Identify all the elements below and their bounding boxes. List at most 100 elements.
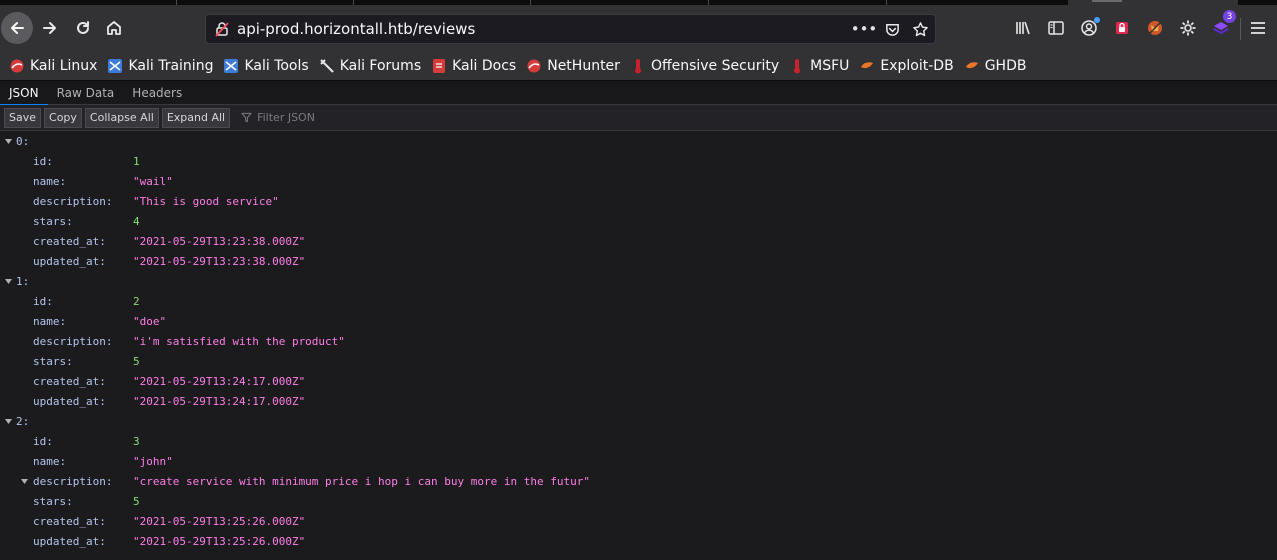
- expand-toggle-icon[interactable]: [4, 277, 13, 286]
- expand-toggle-icon[interactable]: [4, 137, 13, 146]
- save-button[interactable]: Save: [4, 107, 42, 128]
- forward-button[interactable]: [34, 12, 66, 44]
- collapse-all-button[interactable]: Collapse All: [84, 107, 159, 128]
- hamburger-menu-icon[interactable]: [1249, 19, 1267, 37]
- json-object-row[interactable]: 0:: [0, 131, 1277, 151]
- json-field-row[interactable]: updated_at: "2021-05-29T13:23:38.000Z": [0, 251, 1277, 271]
- bookmark-kali-linux[interactable]: Kali Linux: [9, 58, 97, 74]
- json-field-row[interactable]: description: "i'm satisfied with the prod…: [0, 331, 1277, 351]
- exploitdb-icon: [859, 58, 875, 74]
- json-field-row[interactable]: id: 2: [0, 291, 1277, 311]
- json-string-value: "2021-05-29T13:24:17.000Z": [133, 374, 306, 388]
- json-number-value: 2: [133, 294, 140, 308]
- bookmark-kali-docs[interactable]: Kali Docs: [431, 58, 516, 74]
- library-icon: [1016, 21, 1030, 35]
- json-field-row[interactable]: stars: 4: [0, 211, 1277, 231]
- extension-settings-button[interactable]: [1177, 17, 1199, 39]
- json-key: description:: [33, 474, 113, 488]
- bookmark-kali-forums[interactable]: Kali Forums: [319, 58, 421, 74]
- json-field-row[interactable]: updated_at: "2021-05-29T13:24:17.000Z": [0, 391, 1277, 411]
- reload-icon: [77, 21, 89, 34]
- json-string-value: "2021-05-29T13:24:17.000Z": [133, 394, 306, 408]
- sidebar-button[interactable]: [1045, 17, 1067, 39]
- tab-raw-data[interactable]: Raw Data: [48, 81, 124, 105]
- bookmark-exploit-db[interactable]: Exploit-DB: [859, 58, 954, 74]
- json-index: 0:: [16, 134, 30, 148]
- json-field-row[interactable]: created_at: "2021-05-29T13:23:38.000Z": [0, 231, 1277, 251]
- expand-toggle-icon[interactable]: [20, 477, 29, 486]
- bookmark-star-icon[interactable]: [911, 19, 929, 39]
- json-field-row[interactable]: description: "This is good service": [0, 191, 1277, 211]
- nethunter-icon: [526, 58, 542, 74]
- json-field-row[interactable]: name: "doe": [0, 311, 1277, 331]
- sync-dot: [1094, 17, 1100, 23]
- json-field-row[interactable]: id: 3: [0, 431, 1277, 451]
- json-string-value: "2021-05-29T13:25:26.000Z": [133, 534, 306, 548]
- more-icon[interactable]: •••: [851, 19, 878, 39]
- msfu-icon: [789, 58, 805, 74]
- tab-json[interactable]: JSON: [0, 81, 48, 106]
- tab-headers[interactable]: Headers: [123, 81, 191, 105]
- library-button[interactable]: [1012, 17, 1034, 39]
- json-field-row[interactable]: description: "create service with minimum…: [0, 471, 1277, 491]
- expand-toggle-icon[interactable]: [4, 417, 13, 426]
- json-field-row[interactable]: stars: 5: [0, 351, 1277, 371]
- kali-docs-icon: [431, 58, 447, 74]
- offsec-icon: [630, 58, 646, 74]
- json-object-row[interactable]: 2:: [0, 411, 1277, 431]
- expand-all-button[interactable]: Expand All: [161, 107, 231, 128]
- kali-forums-icon: [319, 58, 335, 74]
- extension-lock-button[interactable]: [1111, 17, 1133, 39]
- bookmark-kali-tools[interactable]: Kali Tools: [223, 58, 309, 74]
- copy-button[interactable]: Copy: [44, 107, 82, 128]
- bookmark-ghdb[interactable]: GHDB: [964, 58, 1026, 74]
- insecure-lock-icon[interactable]: [214, 21, 230, 37]
- pocket-icon[interactable]: [883, 19, 901, 39]
- json-field-row[interactable]: name: "wail": [0, 171, 1277, 191]
- json-key: id:: [33, 294, 53, 308]
- json-key: updated_at:: [33, 254, 106, 268]
- json-field-row[interactable]: updated_at: "2021-05-29T13:25:26.000Z": [0, 531, 1277, 551]
- json-field-row[interactable]: name: "john": [0, 451, 1277, 471]
- filter-json-input[interactable]: Filter JSON: [241, 111, 315, 124]
- json-field-row[interactable]: created_at: "2021-05-29T13:24:17.000Z": [0, 371, 1277, 391]
- json-number-value: 5: [133, 494, 140, 508]
- json-key: stars:: [33, 494, 73, 508]
- home-button[interactable]: [98, 12, 130, 44]
- json-key: id:: [33, 434, 53, 448]
- bookmark-kali-training[interactable]: Kali Training: [107, 58, 213, 74]
- toolbar-separator: [1240, 18, 1241, 40]
- bookmark-msfu[interactable]: MSFU: [789, 58, 849, 74]
- ghdb-icon: [964, 58, 980, 74]
- json-key: description:: [33, 334, 113, 348]
- json-string-value: "2021-05-29T13:23:38.000Z": [133, 254, 306, 268]
- json-number-value: 1: [133, 154, 140, 168]
- json-key: id:: [33, 154, 53, 168]
- filter-icon: [241, 112, 252, 123]
- url-text[interactable]: api-prod.horizontall.htb/reviews: [237, 20, 475, 38]
- reload-button[interactable]: [67, 12, 99, 44]
- arrow-right-icon: [43, 22, 56, 34]
- bookmark-nethunter[interactable]: NetHunter: [526, 58, 620, 74]
- json-field-row[interactable]: id: 1: [0, 151, 1277, 171]
- account-button[interactable]: [1078, 17, 1100, 39]
- sidebar-icon: [1048, 21, 1064, 35]
- extension-foxy-button[interactable]: [1144, 17, 1166, 39]
- json-key: created_at:: [33, 374, 106, 388]
- page-actions: •••: [851, 19, 929, 39]
- red-lock-icon: [1116, 22, 1128, 34]
- address-bar[interactable]: api-prod.horizontall.htb/reviews •••: [205, 14, 936, 44]
- back-button[interactable]: [1, 12, 33, 44]
- json-string-value: "i'm satisfied with the product": [133, 334, 345, 348]
- json-field-row[interactable]: stars: 5: [0, 491, 1277, 511]
- json-object-row[interactable]: 1:: [0, 271, 1277, 291]
- json-key: name:: [33, 454, 67, 468]
- bookmark-offensive-security[interactable]: Offensive Security: [630, 58, 779, 74]
- extension-purple-button[interactable]: 3: [1210, 10, 1236, 39]
- json-number-value: 5: [133, 354, 140, 368]
- json-index: 2:: [16, 414, 30, 428]
- json-key: description:: [33, 194, 113, 208]
- json-key: name:: [33, 314, 67, 328]
- json-key: name:: [33, 174, 67, 188]
- json-field-row[interactable]: created_at: "2021-05-29T13:25:26.000Z": [0, 511, 1277, 531]
